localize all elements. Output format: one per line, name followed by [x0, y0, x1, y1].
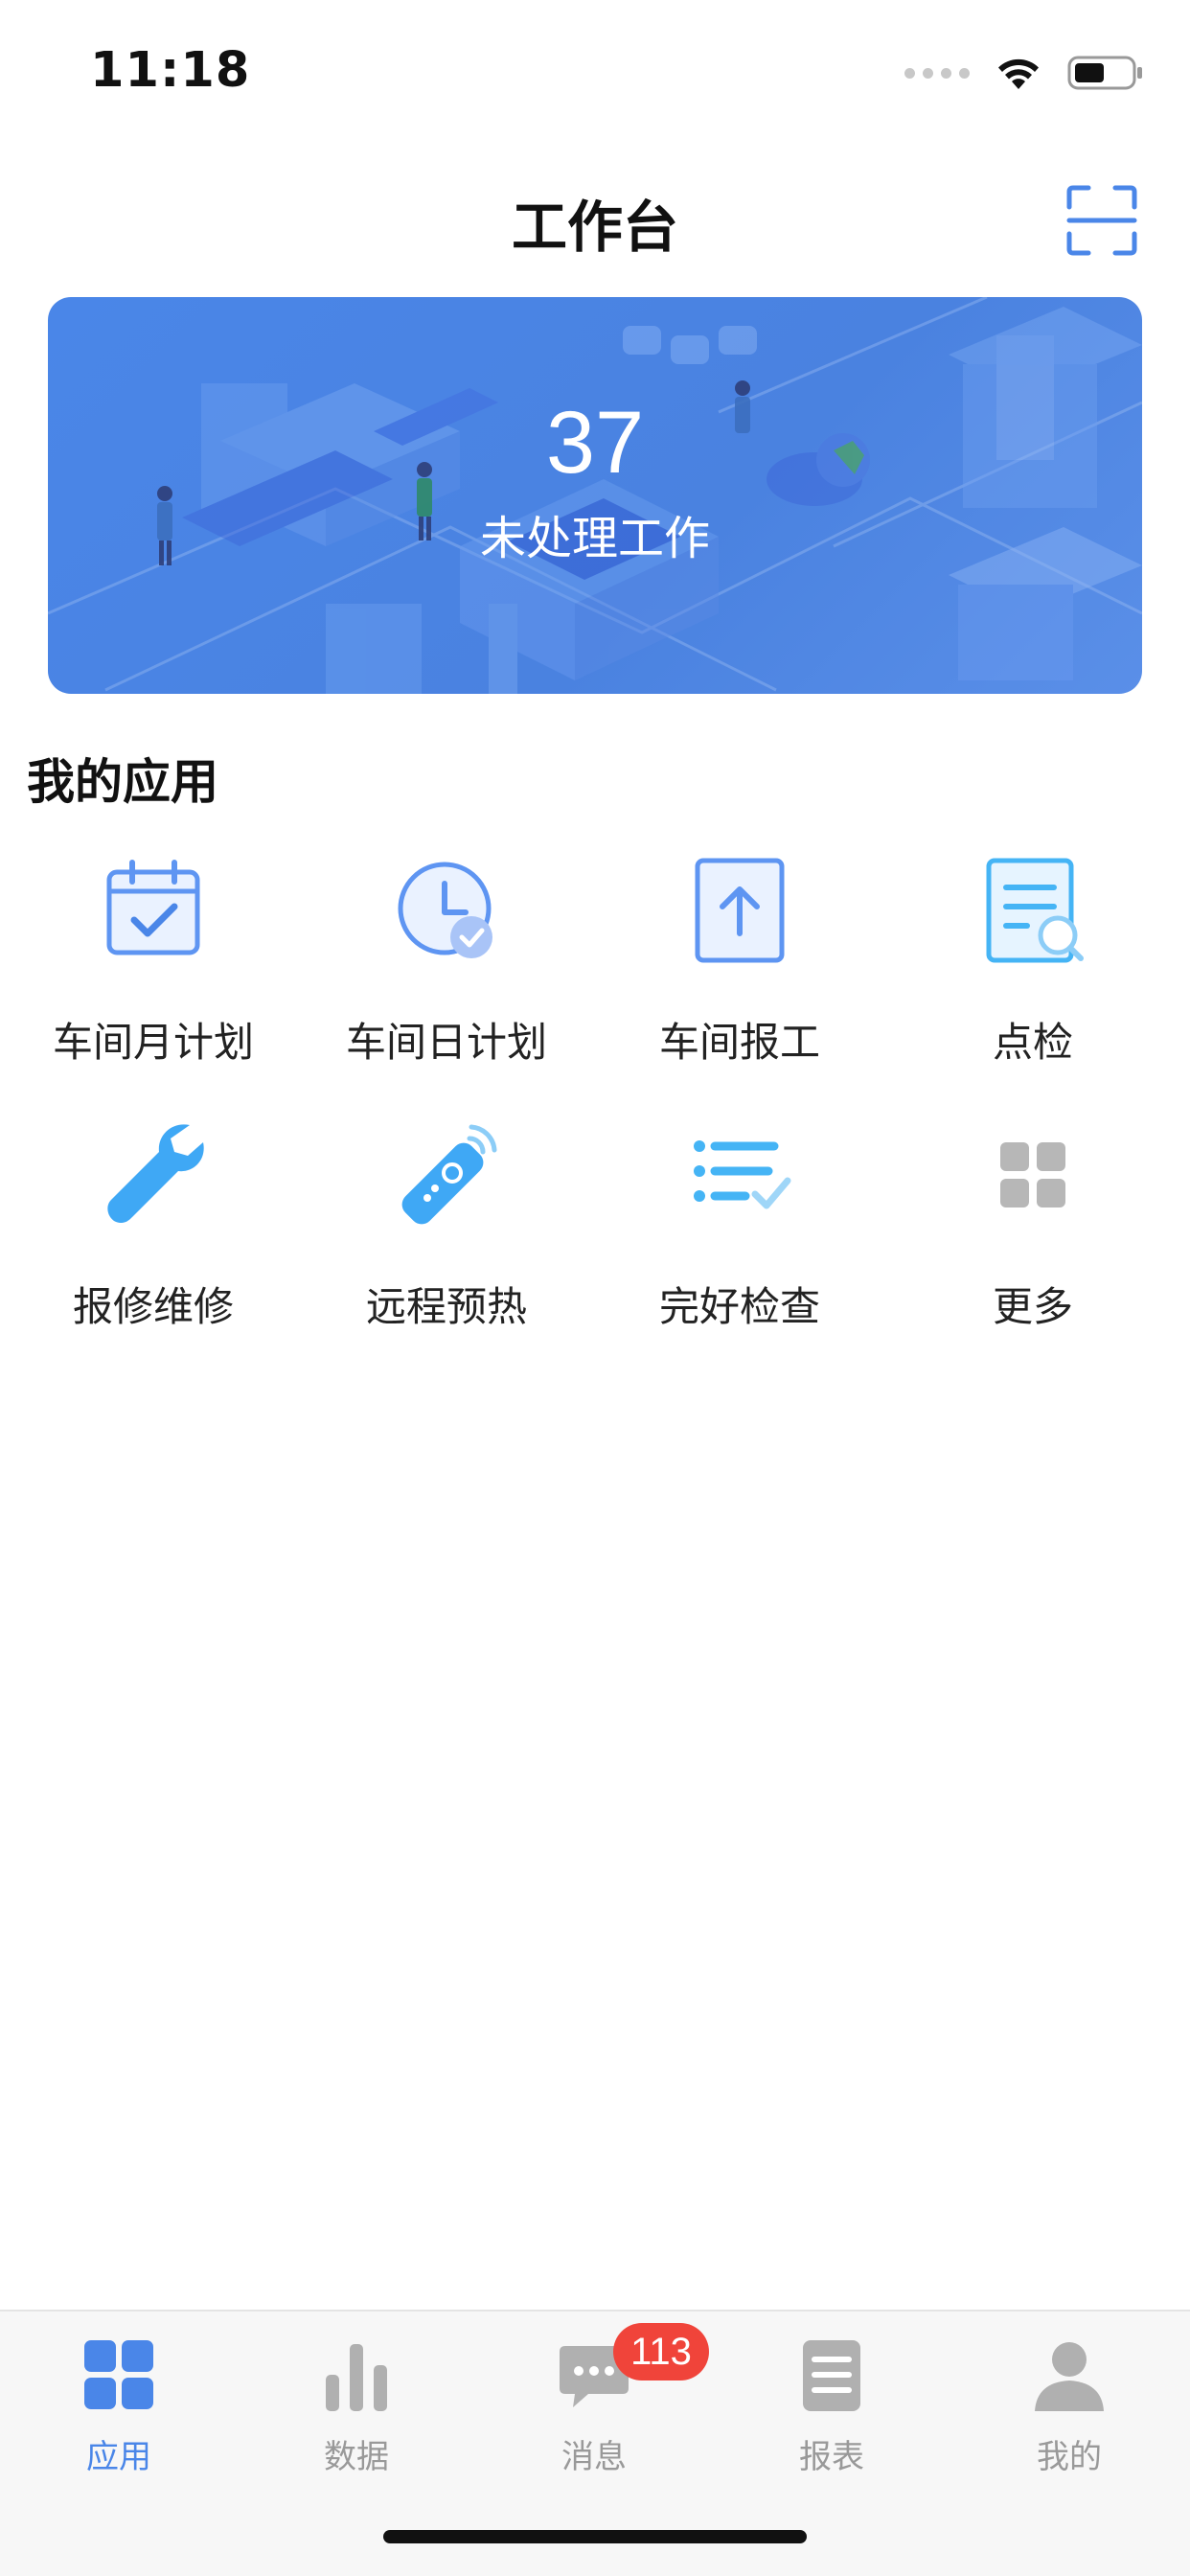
report-list-icon: [803, 2340, 860, 2411]
my-apps-heading: 我的应用: [27, 754, 218, 810]
workbench-screen: 11:18 工作台 37 未处理工作 我的应用 车间月计划 车间日计划 车间报工…: [0, 0, 1190, 2576]
battery-icon: [1067, 56, 1142, 90]
factory-illustration: [48, 297, 1142, 694]
app-workshop-daily-plan[interactable]: 车间日计划: [303, 853, 590, 1073]
bar-chart-icon: [326, 2344, 387, 2411]
upload-report-icon: [682, 853, 797, 968]
person-icon: [1035, 2342, 1104, 2411]
tab-profile[interactable]: 我的: [950, 2312, 1188, 2503]
tab-data[interactable]: 数据: [238, 2312, 475, 2503]
tab-label: 消息: [561, 2438, 627, 2476]
cellular-signal-icon: [904, 67, 970, 79]
grid-more-icon: [975, 1117, 1090, 1232]
home-indicator: [383, 2530, 807, 2543]
apps-grid-icon: [84, 2340, 153, 2409]
app-label: 车间日计划: [345, 1019, 547, 1066]
remote-control-icon: [389, 1117, 504, 1232]
pending-work-label: 未处理工作: [479, 512, 710, 565]
status-time: 11:18: [90, 42, 251, 99]
tab-label: 数据: [324, 2438, 389, 2476]
checklist-icon: [682, 1117, 797, 1232]
tab-apps[interactable]: 应用: [0, 2312, 238, 2503]
app-workshop-report[interactable]: 车间报工: [596, 853, 883, 1073]
page-title: 工作台: [511, 195, 678, 260]
app-more[interactable]: 更多: [889, 1117, 1177, 1338]
clock-check-icon: [389, 853, 504, 968]
app-label: 车间报工: [658, 1019, 820, 1066]
pending-work-count: 37: [545, 394, 645, 492]
tab-label: 应用: [86, 2438, 151, 2476]
wrench-icon: [96, 1117, 211, 1232]
tab-reports[interactable]: 报表: [713, 2312, 950, 2503]
app-remote-preheat[interactable]: 远程预热: [303, 1117, 590, 1338]
scan-button[interactable]: [1065, 184, 1138, 257]
messages-unread-badge: 113: [613, 2323, 709, 2380]
scan-icon: [1066, 185, 1137, 256]
document-search-icon: [975, 853, 1090, 968]
app-label: 完好检查: [658, 1283, 820, 1330]
app-repair-maintenance[interactable]: 报修维修: [10, 1117, 297, 1338]
tab-label: 我的: [1037, 2438, 1102, 2476]
app-label: 车间月计划: [52, 1019, 254, 1066]
tab-label: 报表: [799, 2438, 864, 2476]
app-integrity-check[interactable]: 完好检查: [596, 1117, 883, 1338]
status-indicators: [904, 54, 1144, 92]
app-spot-check[interactable]: 点检: [889, 853, 1177, 1073]
pending-work-banner[interactable]: 37 未处理工作: [48, 297, 1142, 694]
app-label: 点检: [992, 1019, 1073, 1066]
app-workshop-monthly-plan[interactable]: 车间月计划: [10, 853, 297, 1073]
calendar-check-icon: [96, 853, 211, 968]
wifi-icon: [998, 58, 1039, 89]
app-label: 报修维修: [72, 1283, 234, 1330]
app-label: 更多: [992, 1283, 1073, 1330]
app-label: 远程预热: [365, 1283, 527, 1330]
status-bar: 11:18: [0, 0, 1190, 144]
